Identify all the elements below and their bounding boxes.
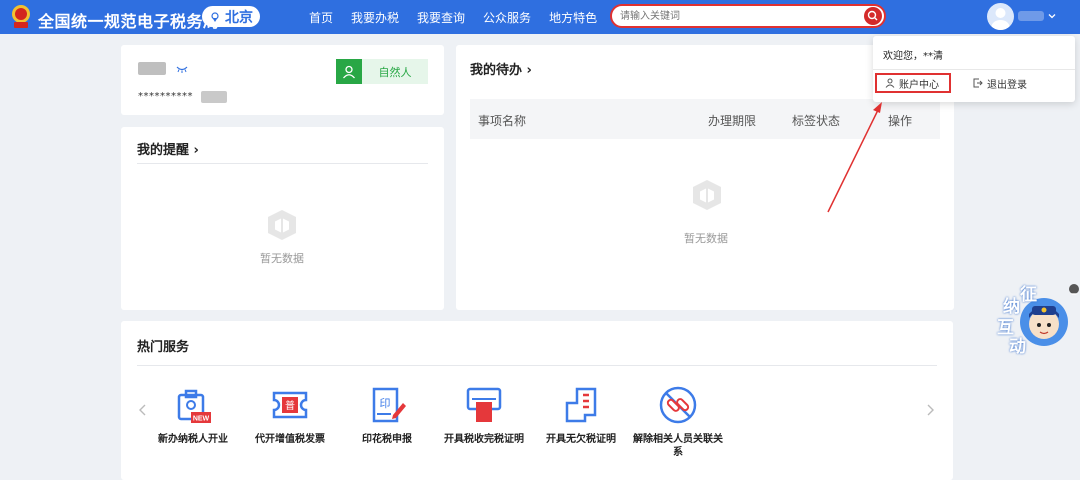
chevron-down-icon[interactable]: [1048, 12, 1056, 20]
nav-home[interactable]: 首页: [309, 9, 333, 26]
divider: [137, 365, 937, 366]
service-no-arrears-cert[interactable]: 开具无欠税证明: [536, 381, 626, 446]
col-actions: 操作: [888, 114, 913, 128]
logout-icon: [973, 78, 983, 88]
location-pin-icon: [211, 11, 219, 22]
col-status: 标签状态: [792, 114, 841, 128]
nav-local-features[interactable]: 地方特色: [549, 9, 597, 26]
logout-label: 退出登录: [987, 79, 1027, 91]
todo-table-header: 事项名称 办理期限 标签状态 操作: [470, 99, 940, 139]
search-input[interactable]: [620, 8, 860, 24]
assistant-close-button[interactable]: [1069, 284, 1079, 295]
divider: [873, 69, 1075, 70]
user-name-redacted[interactable]: [1018, 11, 1044, 21]
nav-public-service[interactable]: 公众服务: [483, 9, 531, 26]
minus-icon: [1071, 293, 1077, 295]
nav-tax-handling[interactable]: 我要办税: [351, 9, 399, 26]
user-avatar-icon: [991, 8, 1010, 30]
assistant-widget[interactable]: 征 纳 互 动: [996, 280, 1074, 357]
main-nav: 首页 我要办税 我要查询 公众服务 地方特色: [300, 9, 606, 26]
chevron-right-icon: ›: [526, 63, 532, 78]
empty-box-icon: [693, 180, 721, 210]
service-unlink-relations[interactable]: 解除相关人员关联关系: [633, 381, 723, 459]
service-label: 解除相关人员关联关系: [633, 434, 723, 458]
top-bar: 全国统一规范电子税务局 北京 首页 我要办税 我要查询 公众服务 地方特色: [0, 0, 1080, 34]
hot-services-title: 热门服务: [137, 340, 190, 355]
profile-card: ********** 自然人: [121, 45, 444, 115]
user-name-redacted: [138, 62, 166, 75]
nav-query[interactable]: 我要查询: [417, 9, 465, 26]
service-label: 开具无欠税证明: [546, 434, 616, 445]
invoice-badge-text: 普: [285, 399, 295, 412]
national-emblem-icon: [12, 5, 30, 28]
account-center-button[interactable]: 账户中心: [875, 73, 951, 93]
printer-cert-icon: [466, 387, 502, 422]
search-icon: [867, 10, 878, 21]
unlink-icon: [659, 386, 697, 424]
stamp-badge-text: 印: [380, 397, 391, 410]
search-button[interactable]: [864, 7, 882, 25]
masked-id-number: **********: [138, 91, 193, 102]
service-tax-payment-cert[interactable]: 开具税收完税证明: [439, 381, 529, 446]
person-type-tag: 自然人: [336, 59, 428, 84]
reminders-empty-text: 暂无数据: [260, 252, 304, 265]
hot-services-card: 热门服务 NEW 新办纳税人开业 普 代开增值税发票 印 印花税申报 开具税收完…: [121, 321, 953, 480]
chevron-right-icon: ›: [193, 143, 199, 158]
assistant-char-4: 动: [1009, 337, 1026, 357]
person-icon: [885, 78, 895, 88]
todo-title[interactable]: 我的待办 ›: [470, 59, 532, 78]
service-stamp-tax[interactable]: 印 印花税申报: [342, 381, 432, 446]
reminders-title[interactable]: 我的提醒 ›: [137, 139, 199, 158]
logout-button[interactable]: 退出登录: [973, 73, 1043, 93]
region-selector[interactable]: 北京: [202, 6, 260, 27]
user-dropdown-menu: 欢迎您，**清 账户中心 退出登录: [873, 36, 1075, 102]
empty-box-icon: [268, 210, 296, 240]
service-vat-invoice[interactable]: 普 代开增值税发票: [245, 381, 335, 446]
person-type-label: 自然人: [378, 65, 412, 79]
service-label: 印花税申报: [362, 434, 412, 445]
service-label: 代开增值税发票: [255, 434, 325, 445]
region-label: 北京: [225, 9, 253, 26]
site-title[interactable]: 全国统一规范电子税务局: [38, 8, 220, 32]
service-label: 新办纳税人开业: [158, 434, 228, 445]
search-bar: [610, 4, 886, 28]
new-badge-text: NEW: [193, 416, 210, 423]
todo-title-text: 我的待办: [470, 63, 523, 78]
reminders-title-text: 我的提醒: [137, 143, 190, 158]
eye-closed-icon[interactable]: [176, 65, 188, 73]
hot-services-list: NEW 新办纳税人开业 普 代开增值税发票 印 印花税申报 开具税收完税证明 开…: [121, 381, 951, 471]
id-number-redacted: [201, 91, 227, 103]
reminders-card: 我的提醒 › 暂无数据: [121, 127, 444, 310]
welcome-text: 欢迎您，**清: [883, 51, 943, 62]
todo-empty-text: 暂无数据: [684, 232, 728, 245]
service-new-taxpayer[interactable]: NEW 新办纳税人开业: [148, 381, 238, 446]
col-item-name: 事项名称: [478, 114, 527, 128]
stamp-doc-icon: 印: [372, 387, 406, 423]
briefcase-new-icon: NEW: [177, 389, 211, 423]
col-deadline: 办理期限: [708, 114, 757, 128]
user-avatar[interactable]: [987, 3, 1014, 30]
assistant-char-1: 征: [1020, 285, 1037, 305]
account-center-label: 账户中心: [899, 79, 939, 91]
divider: [137, 163, 428, 164]
service-label: 开具税收完税证明: [444, 434, 524, 445]
person-icon: [343, 65, 355, 78]
document-icon: [565, 387, 597, 423]
invoice-ticket-icon: 普: [272, 391, 308, 419]
